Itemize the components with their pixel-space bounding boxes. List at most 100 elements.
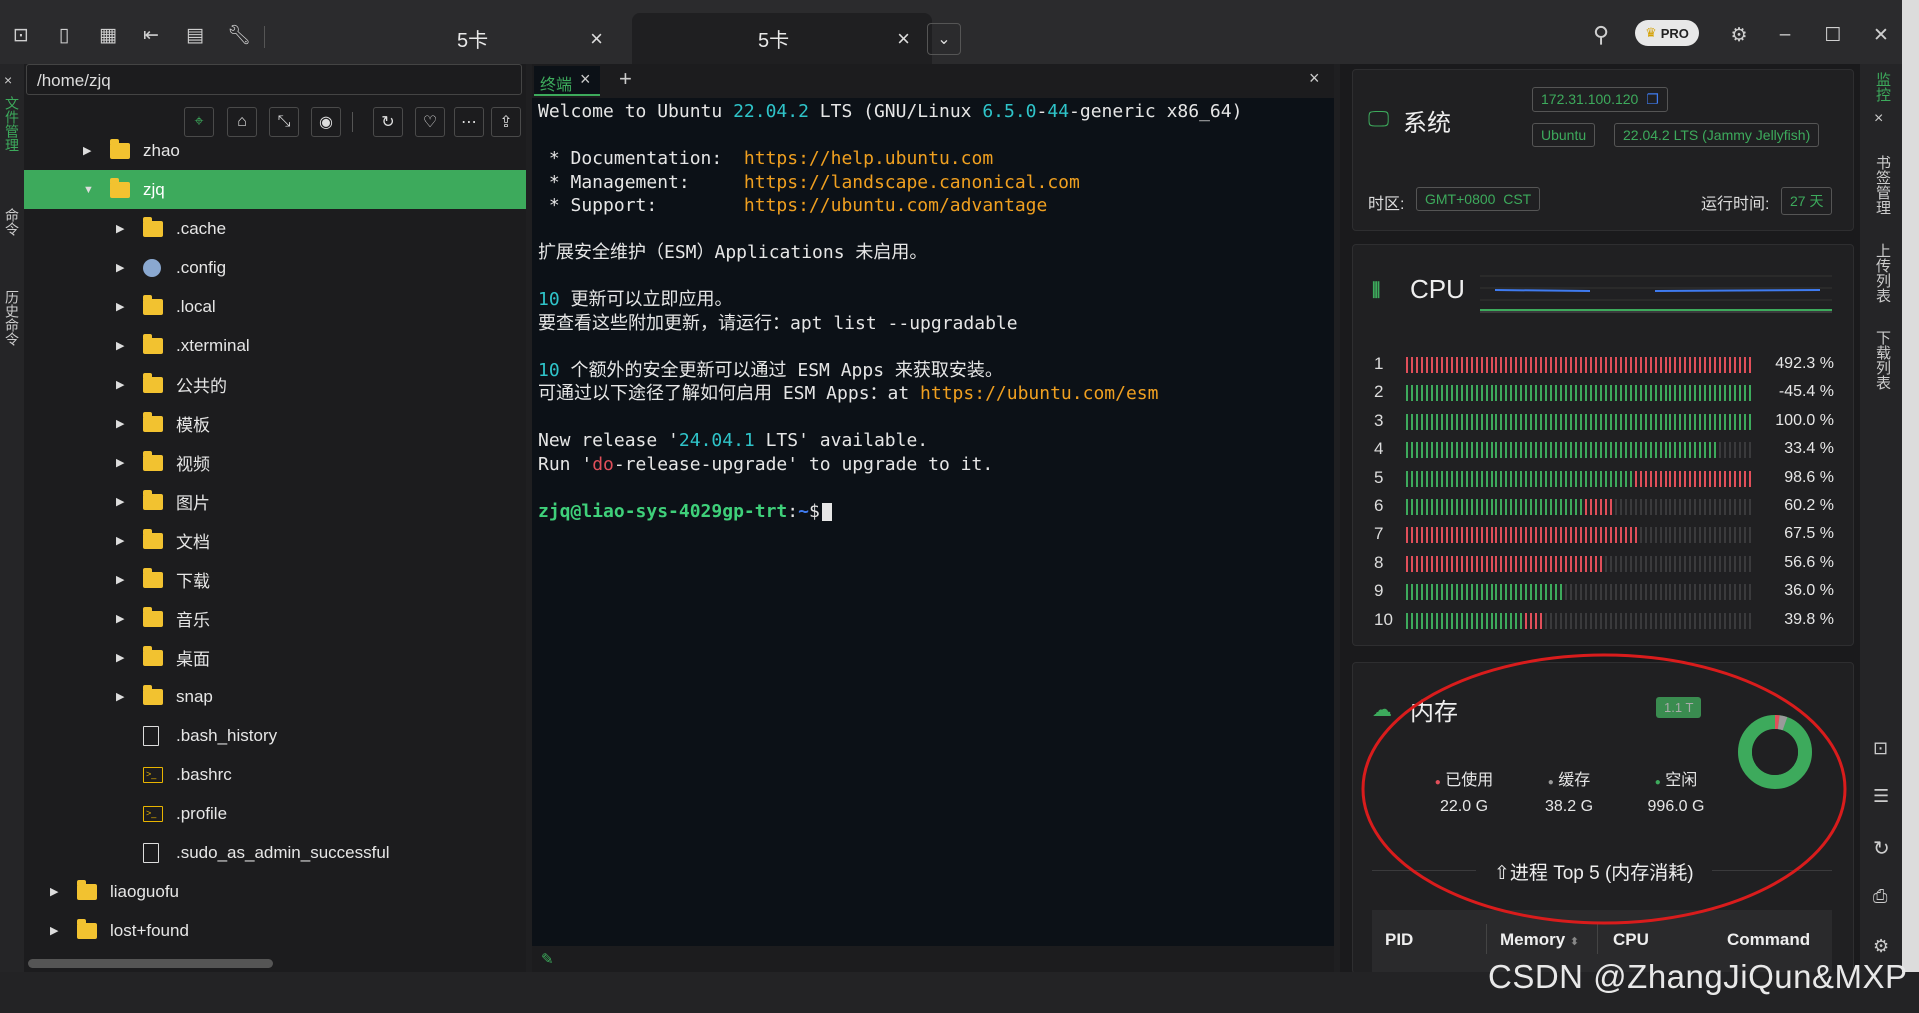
sidebar-item-file-manager[interactable]: 文件管理 — [2, 96, 22, 152]
terminal-text: 更新可以立即应用。 — [559, 289, 733, 310]
expand-right-icon[interactable]: ▶ — [116, 495, 124, 508]
tree-item[interactable]: .bash_history — [24, 716, 526, 755]
cpu-bar-segment — [1634, 442, 1637, 459]
horizontal-scrollbar[interactable] — [28, 959, 273, 968]
tree-item[interactable]: ▶ .config — [24, 248, 526, 287]
brush-icon[interactable]: ✎ — [541, 950, 554, 968]
sidebar-item-history[interactable]: 历史命令 — [2, 290, 22, 346]
col-command[interactable]: Command — [1727, 930, 1810, 950]
tree-item[interactable]: ▶ 图片 — [24, 482, 526, 521]
expand-right-icon[interactable]: ▶ — [116, 222, 124, 235]
maximize-icon[interactable]: ☐ — [1820, 22, 1846, 48]
tree-item[interactable]: ▶ 下载 — [24, 560, 526, 599]
list-icon[interactable]: ▤ — [182, 22, 208, 48]
pro-badge[interactable]: ♛ PRO — [1635, 20, 1699, 46]
close-icon[interactable]: × — [580, 69, 591, 90]
cpu-bar-segment — [1445, 499, 1448, 515]
tree-item[interactable]: ▶ liaoguofu — [24, 872, 526, 911]
cpu-bar-segment — [1649, 357, 1652, 373]
cpu-bar-segment — [1450, 527, 1453, 544]
close-icon[interactable]: × — [4, 72, 12, 88]
search-icon[interactable]: ⚲ — [1588, 22, 1614, 48]
sidebar-item-uploads[interactable]: 上传列表 — [1872, 243, 1893, 303]
list-icon[interactable]: ☰ — [1873, 786, 1889, 807]
expand-right-icon[interactable]: ▶ — [50, 885, 58, 898]
copy-icon[interactable]: ❐ — [1646, 91, 1659, 107]
tab-dropdown-button[interactable]: ⌄ — [927, 23, 961, 55]
tree-item[interactable]: ▶ 模板 — [24, 404, 526, 443]
sidebar-item-commands[interactable]: 命令 — [2, 208, 22, 236]
expand-right-icon[interactable]: ▶ — [116, 456, 124, 469]
bookmark-icon[interactable]: ▯ — [51, 22, 77, 48]
expand-right-icon[interactable]: ▶ — [116, 573, 124, 586]
col-pid[interactable]: PID — [1385, 930, 1413, 950]
tree-item[interactable]: .sudo_as_admin_successful — [24, 833, 526, 872]
tree-item[interactable]: ▶ 公共的 — [24, 365, 526, 404]
cpu-bar-segment — [1689, 442, 1692, 459]
cpu-bar-segment — [1425, 612, 1428, 629]
terminal-tab[interactable]: 终端 × — [534, 66, 600, 96]
wrench-icon[interactable]: 🔧︎ — [226, 22, 252, 48]
tree-item[interactable]: ▶ lost+found — [24, 911, 526, 950]
sidebar-item-bookmarks[interactable]: 书签管理 — [1872, 155, 1893, 215]
tree-item[interactable]: ▶ .xterminal — [24, 326, 526, 365]
tree-item[interactable]: ▶ zhao — [24, 131, 526, 170]
terminal-icon[interactable]: ⊡ — [1873, 738, 1888, 759]
tab-session-1[interactable]: 5卡 × — [325, 13, 625, 64]
expand-right-icon[interactable]: ▶ — [116, 651, 124, 664]
expand-right-icon[interactable]: ▶ — [116, 690, 124, 703]
tree-item[interactable]: ▶ snap — [24, 677, 526, 716]
expand-right-icon[interactable]: ▶ — [116, 378, 124, 391]
tree-item[interactable]: ▶ .local — [24, 287, 526, 326]
path-input[interactable]: /home/zjq — [26, 64, 522, 95]
window-close-icon[interactable]: ✕ — [1868, 22, 1894, 48]
tree-item[interactable]: >_ .bashrc — [24, 755, 526, 794]
col-memory[interactable]: Memory ⬍ — [1500, 930, 1579, 950]
close-icon[interactable]: × — [590, 26, 603, 52]
cpu-bar-segment — [1604, 612, 1607, 629]
terminal-icon[interactable]: ⊡ — [8, 22, 34, 48]
expand-down-icon[interactable]: ▼ — [83, 184, 94, 196]
tree-item[interactable]: >_ .profile — [24, 794, 526, 833]
expand-right-icon[interactable]: ▶ — [83, 144, 91, 157]
minimize-icon[interactable]: – — [1772, 22, 1798, 48]
terminal-text: 10 — [538, 359, 560, 381]
tree-item[interactable]: ▶ 文档 — [24, 521, 526, 560]
cpu-bar-segment — [1425, 357, 1428, 373]
expand-right-icon[interactable]: ▶ — [116, 339, 124, 352]
col-cpu[interactable]: CPU — [1613, 930, 1649, 950]
cpu-bar-segment — [1480, 584, 1483, 601]
cpu-bar-segment — [1425, 385, 1428, 402]
expand-right-icon[interactable]: ▶ — [116, 300, 124, 313]
sidebar-item-monitor[interactable]: 监控 — [1872, 72, 1893, 102]
expand-right-icon[interactable]: ▶ — [116, 534, 124, 547]
expand-right-icon[interactable]: ▶ — [116, 261, 124, 274]
tree-icon[interactable]: ⇤ — [138, 22, 164, 48]
gear-icon[interactable]: ⚙ — [1726, 22, 1752, 48]
terminal-output[interactable]: Welcome to Ubuntu 22.04.2 LTS (GNU/Linux… — [538, 100, 1242, 523]
grid-icon[interactable]: ▦ — [95, 22, 121, 48]
close-icon[interactable]: × — [1874, 110, 1883, 128]
tree-item[interactable]: ▶ .cache — [24, 209, 526, 248]
close-icon[interactable]: × — [897, 26, 910, 52]
tree-item[interactable]: ▶ 音乐 — [24, 599, 526, 638]
refresh-icon[interactable]: ↻ — [1873, 836, 1890, 861]
cpu-bar-segment — [1664, 499, 1667, 515]
cpu-bar-segment — [1604, 555, 1607, 572]
expand-right-icon[interactable]: ▶ — [50, 924, 58, 937]
sort-icon[interactable]: ⬍ — [1570, 936, 1579, 948]
tree-item[interactable]: ▶ 视频 — [24, 443, 526, 482]
cpu-bar-segment — [1560, 555, 1563, 572]
gear-icon[interactable]: ⚙ — [1873, 936, 1889, 957]
save-icon[interactable]: ⎙ — [1873, 886, 1887, 907]
sidebar-item-downloads[interactable]: 下载列表 — [1872, 330, 1893, 390]
add-terminal-icon[interactable]: + — [619, 66, 632, 92]
cpu-bar-segment — [1545, 442, 1548, 459]
close-panel-icon[interactable]: × — [1309, 68, 1320, 89]
expand-right-icon[interactable]: ▶ — [116, 612, 124, 625]
cpu-bar-segment — [1535, 527, 1538, 544]
tree-item[interactable]: ▼ zjq — [24, 170, 526, 209]
tab-session-2[interactable]: 5卡 × — [632, 13, 932, 64]
expand-right-icon[interactable]: ▶ — [116, 417, 124, 430]
tree-item[interactable]: ▶ 桌面 — [24, 638, 526, 677]
